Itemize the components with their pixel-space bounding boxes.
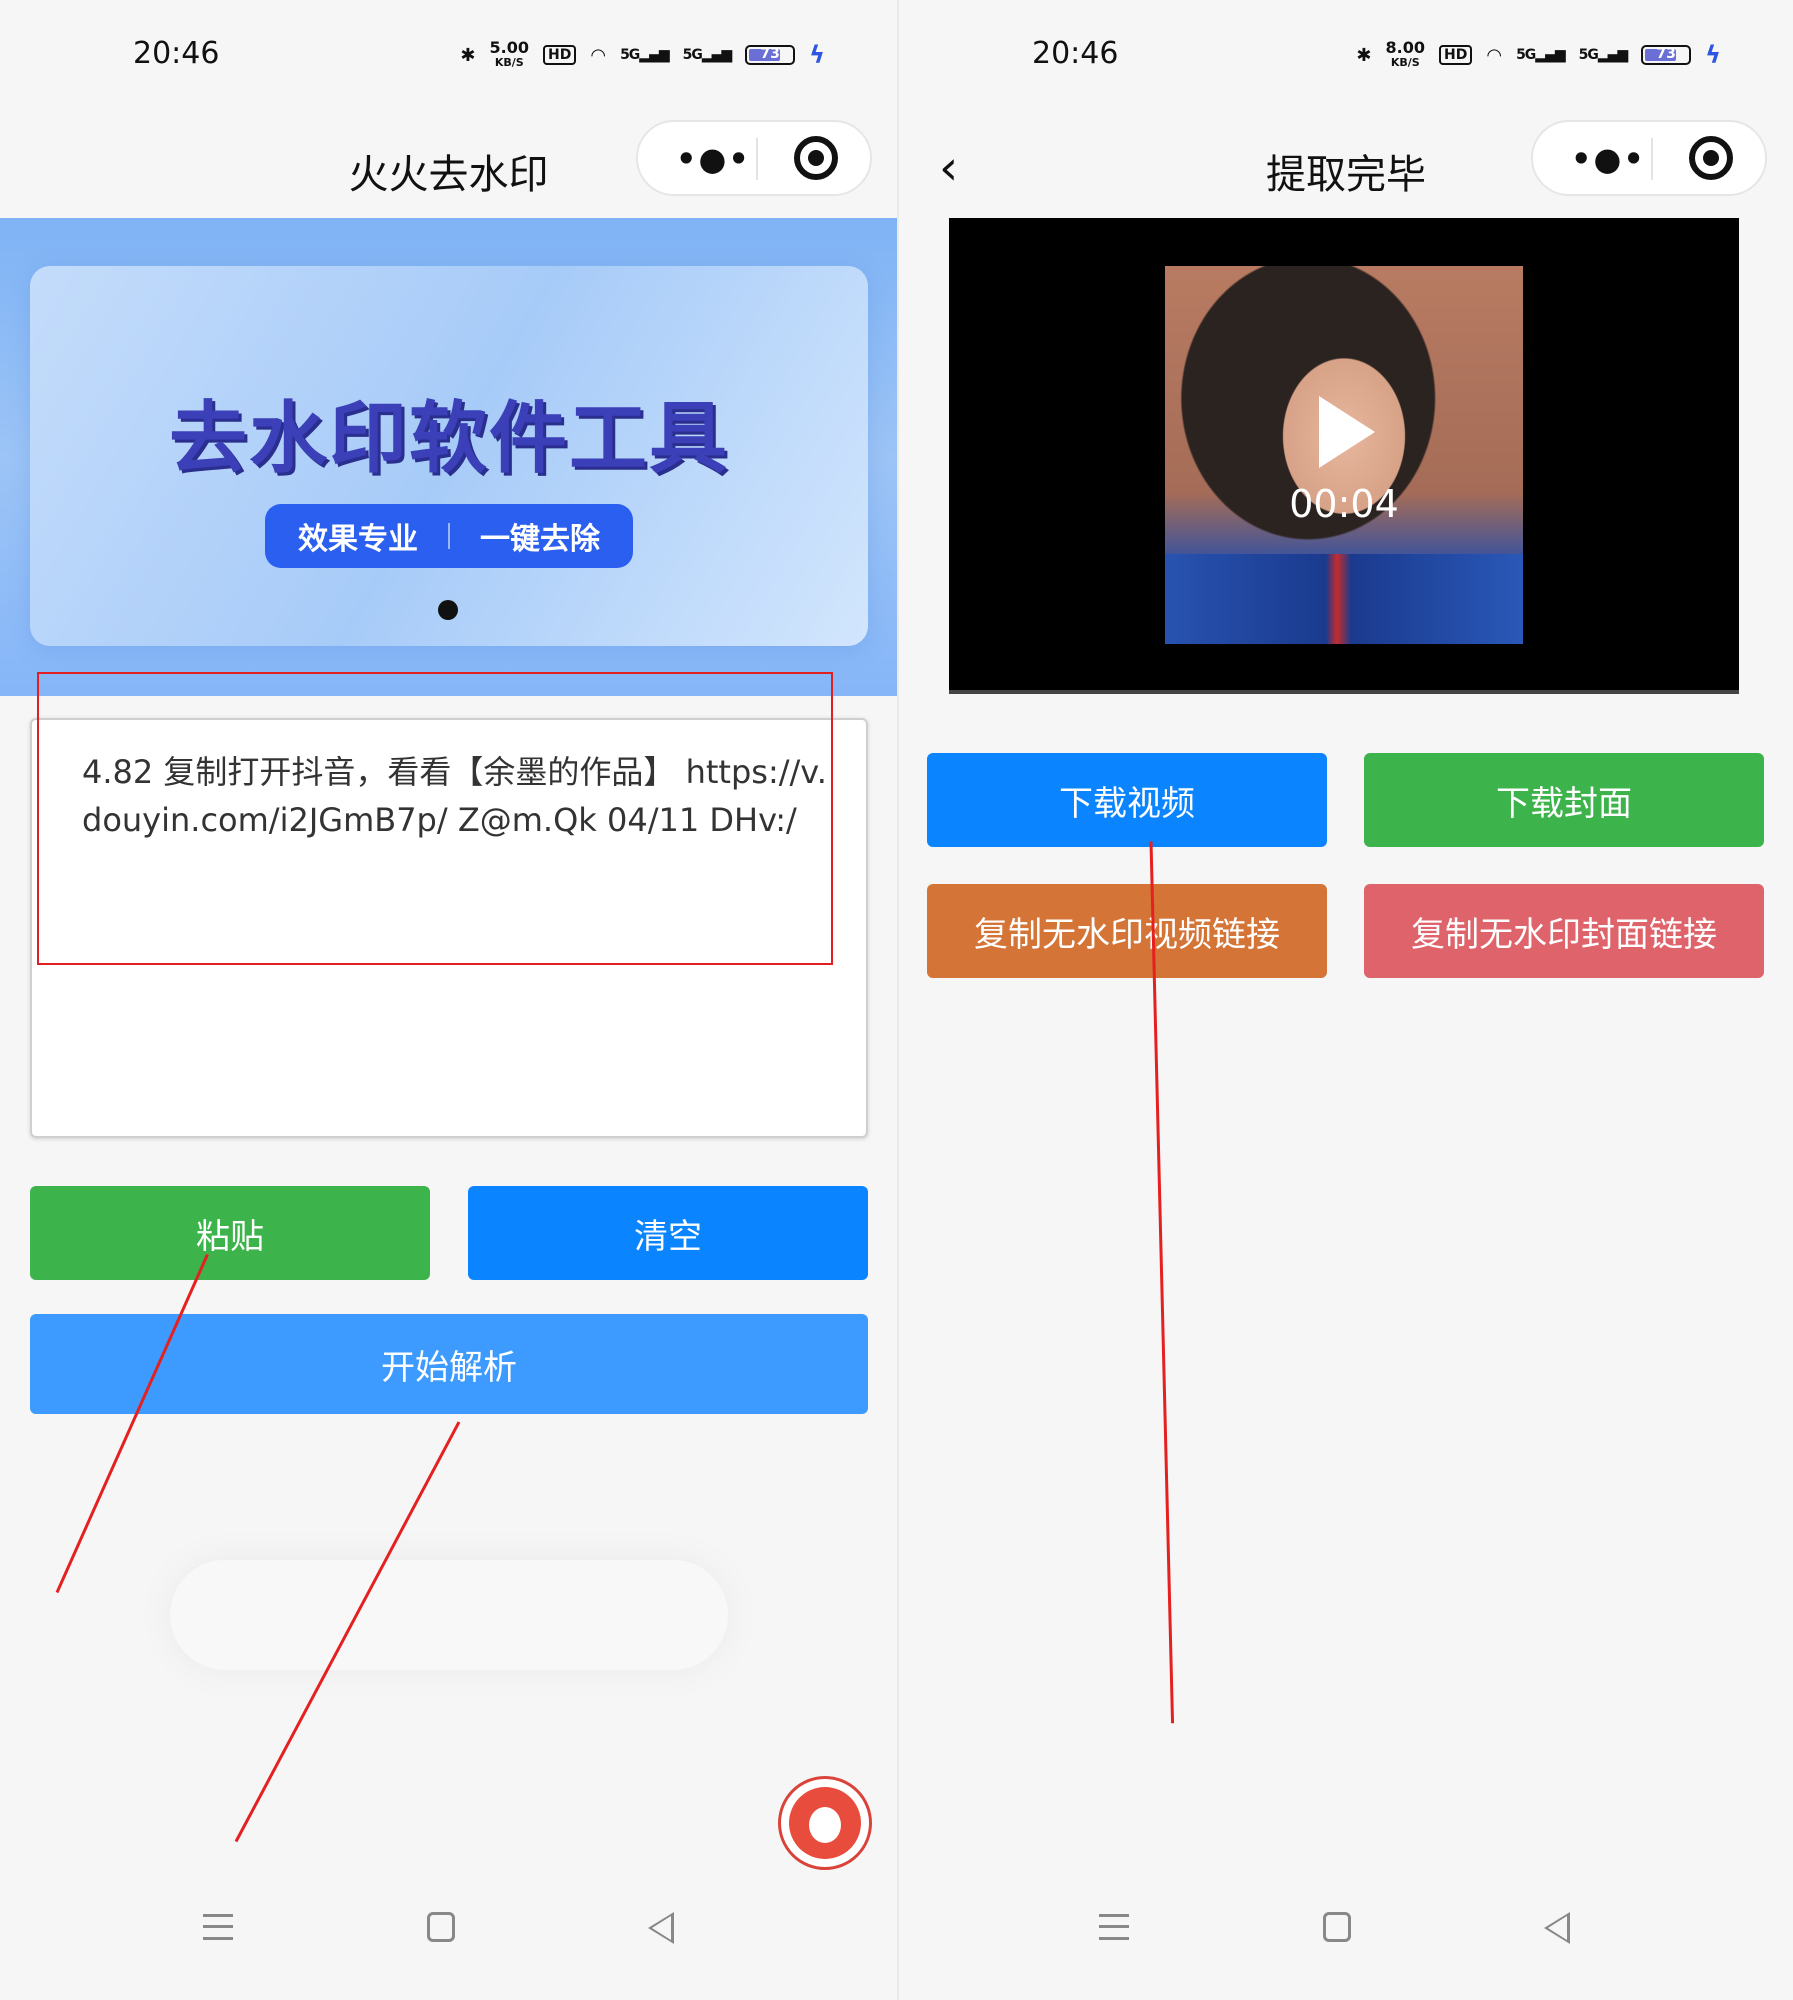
back-triangle-icon[interactable] bbox=[1544, 1912, 1570, 1944]
banner-tag: 效果专业 bbox=[298, 522, 418, 557]
miniprogram-capsule: •●• bbox=[1531, 120, 1767, 196]
nav-bar: ‹ 提取完毕 •●• bbox=[899, 112, 1793, 218]
status-bar: 20:46 ✱ 8.00 KB/S HD ◠ 5G▂▄▆ 5G▂▄▆ 73 ϟ bbox=[899, 0, 1793, 112]
status-bar: 20:46 ✱ 5.00 KB/S HD ◠ 5G▂▄▆ 5G▂▄▆ 73 ϟ bbox=[0, 0, 897, 112]
customer-service-icon[interactable] bbox=[778, 1776, 872, 1870]
close-miniprogram-icon[interactable] bbox=[1689, 136, 1733, 180]
battery-icon: 73 bbox=[1641, 45, 1692, 65]
download-cover-button[interactable]: 下载封面 bbox=[1364, 753, 1764, 847]
capsule-divider bbox=[756, 138, 758, 180]
annotation-highlight-box bbox=[37, 672, 833, 965]
tag-divider bbox=[448, 523, 450, 549]
status-time: 20:46 bbox=[133, 36, 220, 71]
signal-1-icon: 5G▂▄▆ bbox=[620, 47, 670, 63]
home-icon[interactable] bbox=[1323, 1912, 1351, 1942]
more-icon[interactable]: •●• bbox=[676, 140, 751, 178]
left-phone-screen: 20:46 ✱ 5.00 KB/S HD ◠ 5G▂▄▆ 5G▂▄▆ 73 ϟ 火… bbox=[0, 0, 897, 2000]
system-navigation bbox=[899, 1902, 1793, 1962]
wifi-icon: ◠ bbox=[590, 44, 607, 66]
paste-button[interactable]: 粘贴 bbox=[30, 1186, 430, 1280]
video-thumbnail: 00:04 bbox=[1165, 266, 1523, 644]
annotation-arrow bbox=[55, 1253, 209, 1594]
bluetooth-icon: ✱ bbox=[460, 44, 476, 66]
recent-apps-icon[interactable] bbox=[203, 1914, 233, 1940]
banner: 去水印软件工具 效果专业 一键去除 bbox=[0, 218, 897, 696]
back-triangle-icon[interactable] bbox=[648, 1912, 674, 1944]
status-icons: ✱ 5.00 KB/S HD ◠ 5G▂▄▆ 5G▂▄▆ 73 ϟ bbox=[460, 40, 825, 70]
play-icon[interactable] bbox=[1319, 396, 1375, 468]
signal-1-icon: 5G▂▄▆ bbox=[1516, 47, 1566, 63]
download-video-button[interactable]: 下载视频 bbox=[927, 753, 1327, 847]
charging-icon: ϟ bbox=[1705, 41, 1721, 69]
right-phone-screen: 20:46 ✱ 8.00 KB/S HD ◠ 5G▂▄▆ 5G▂▄▆ 73 ϟ ‹… bbox=[899, 0, 1793, 2000]
banner-tags: 效果专业 一键去除 bbox=[265, 504, 633, 568]
bluetooth-icon: ✱ bbox=[1356, 44, 1372, 66]
charging-icon: ϟ bbox=[809, 41, 825, 69]
wifi-icon: ◠ bbox=[1486, 44, 1503, 66]
status-icons: ✱ 8.00 KB/S HD ◠ 5G▂▄▆ 5G▂▄▆ 73 ϟ bbox=[1356, 40, 1721, 70]
banner-slide[interactable]: 去水印软件工具 效果专业 一键去除 bbox=[30, 266, 868, 646]
network-speed: 8.00 KB/S bbox=[1385, 38, 1425, 70]
hd-voice-icon: HD bbox=[543, 45, 577, 65]
video-duration: 00:04 bbox=[1289, 482, 1399, 526]
copy-cover-link-button[interactable]: 复制无水印封面链接 bbox=[1364, 884, 1764, 978]
copy-video-link-button[interactable]: 复制无水印视频链接 bbox=[927, 884, 1327, 978]
thumbnail-uniform bbox=[1165, 554, 1523, 644]
close-miniprogram-icon[interactable] bbox=[794, 136, 838, 180]
video-progress-track bbox=[949, 690, 1739, 694]
carousel-indicator bbox=[438, 600, 458, 620]
hd-voice-icon: HD bbox=[1439, 45, 1473, 65]
battery-icon: 73 bbox=[745, 45, 796, 65]
signal-2-icon: 5G▂▄▆ bbox=[682, 47, 733, 63]
home-icon[interactable] bbox=[427, 1912, 455, 1942]
capsule-divider bbox=[1651, 138, 1653, 180]
headset-icon bbox=[789, 1787, 861, 1859]
toast-placeholder bbox=[170, 1560, 728, 1670]
status-time: 20:46 bbox=[1032, 36, 1119, 71]
clear-button[interactable]: 清空 bbox=[468, 1186, 868, 1280]
more-icon[interactable]: •●• bbox=[1571, 140, 1646, 178]
recent-apps-icon[interactable] bbox=[1099, 1914, 1129, 1940]
agent-face bbox=[809, 1807, 841, 1843]
miniprogram-capsule: •●• bbox=[636, 120, 872, 196]
system-navigation bbox=[0, 1902, 897, 1962]
banner-title: 去水印软件工具 bbox=[168, 394, 729, 484]
video-player[interactable]: 00:04 bbox=[949, 218, 1739, 694]
network-speed: 5.00 KB/S bbox=[489, 38, 529, 70]
signal-2-icon: 5G▂▄▆ bbox=[1578, 47, 1629, 63]
banner-tag: 一键去除 bbox=[480, 522, 600, 557]
nav-bar: 火火去水印 •●• bbox=[0, 112, 897, 218]
